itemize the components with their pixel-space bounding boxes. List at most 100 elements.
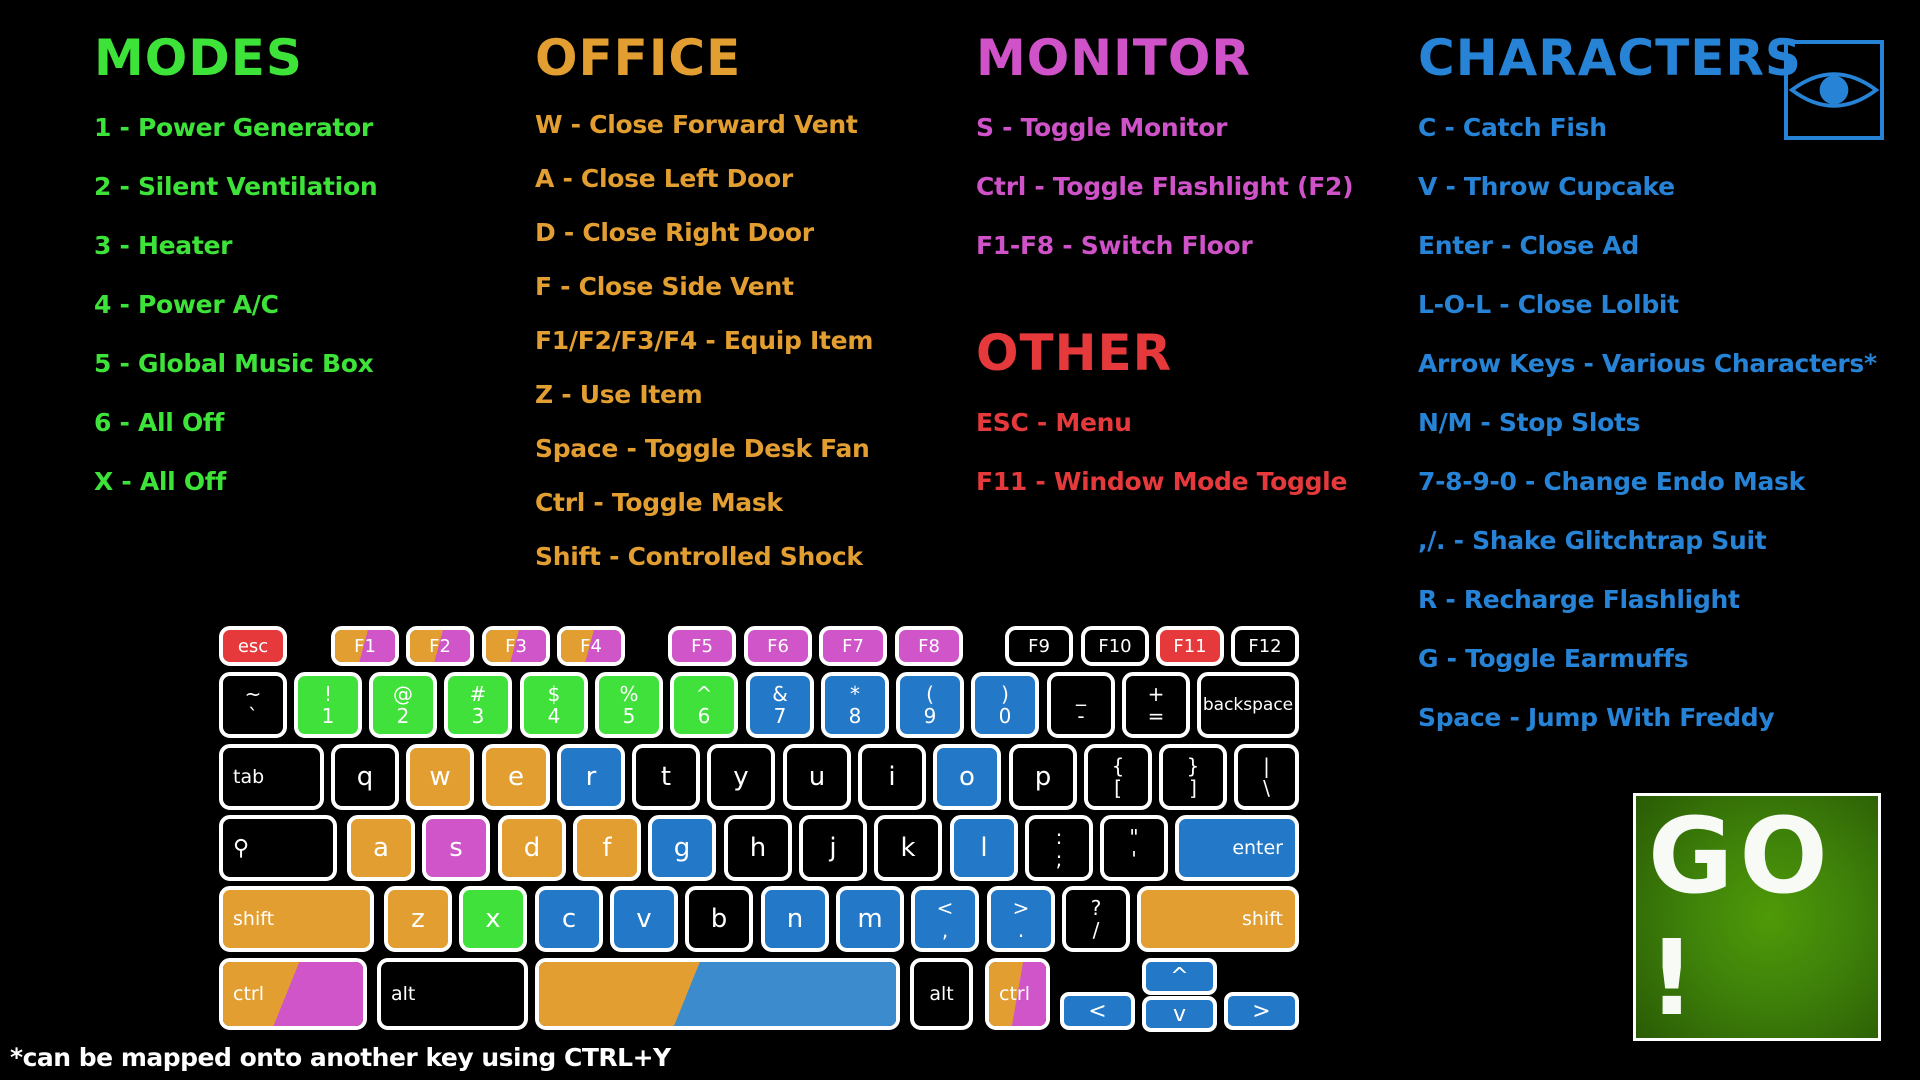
key-f9[interactable]: F9 xyxy=(1005,626,1073,666)
key-s[interactable]: s xyxy=(422,815,490,881)
key-tab[interactable]: tab xyxy=(219,744,324,810)
key-2[interactable]: @2 xyxy=(369,672,437,738)
key-legend: + = xyxy=(1148,683,1165,727)
key-p[interactable]: p xyxy=(1009,744,1077,810)
key-semicolon[interactable]: :; xyxy=(1025,815,1093,881)
key-rbracket[interactable]: }] xyxy=(1159,744,1227,810)
key-u[interactable]: u xyxy=(783,744,851,810)
key-label: n xyxy=(786,904,804,934)
key-f2[interactable]: F2 xyxy=(406,626,474,666)
key-label: alt xyxy=(929,983,954,1005)
key-quote[interactable]: " ' xyxy=(1100,815,1168,881)
key-label: z xyxy=(411,904,425,934)
key-f4[interactable]: F4 xyxy=(557,626,625,666)
key-lalt[interactable]: alt xyxy=(377,958,528,1030)
key-l[interactable]: l xyxy=(950,815,1018,881)
key-space[interactable] xyxy=(535,958,900,1030)
key-f7[interactable]: F7 xyxy=(819,626,887,666)
key-h[interactable]: h xyxy=(724,815,792,881)
key-5[interactable]: % 5 xyxy=(595,672,663,738)
key-period[interactable]: >. xyxy=(987,886,1055,952)
key-backtick[interactable]: ~ ` xyxy=(219,672,287,738)
key-lbracket[interactable]: {[ xyxy=(1084,744,1152,810)
key-base-legend: 0 xyxy=(998,704,1012,728)
key-rctrl[interactable]: ctrl xyxy=(985,958,1050,1030)
key-base-legend: 8 xyxy=(848,704,862,728)
key-slash[interactable]: ? / xyxy=(1062,886,1130,952)
key-down[interactable]: v xyxy=(1142,996,1217,1032)
key-label: F9 xyxy=(1028,635,1050,657)
modes-item: 1 - Power Generator xyxy=(94,113,373,142)
key-e[interactable]: e xyxy=(482,744,550,810)
key-up[interactable]: ^ xyxy=(1142,958,1217,995)
key-q[interactable]: q xyxy=(331,744,399,810)
key-w[interactable]: w xyxy=(406,744,474,810)
key-0[interactable]: ) 0 xyxy=(971,672,1039,738)
key-j[interactable]: j xyxy=(799,815,867,881)
key-c[interactable]: c xyxy=(535,886,603,952)
key-enter[interactable]: enter xyxy=(1175,815,1299,881)
key-f12[interactable]: F12 xyxy=(1231,626,1299,666)
key-r[interactable]: r xyxy=(557,744,625,810)
key-g[interactable]: g xyxy=(648,815,716,881)
key-7[interactable]: & 7 xyxy=(746,672,814,738)
key-ralt[interactable]: alt xyxy=(910,958,973,1030)
key-9[interactable]: (9 xyxy=(896,672,964,738)
other-item: F11 - Window Mode Toggle xyxy=(976,467,1348,496)
key-1[interactable]: ! 1 xyxy=(294,672,362,738)
key-t[interactable]: t xyxy=(632,744,700,810)
key-base-legend: \ xyxy=(1263,776,1270,800)
go-button[interactable]: GO ! xyxy=(1633,793,1881,1041)
key-m[interactable]: m xyxy=(836,886,904,952)
key-n[interactable]: n xyxy=(761,886,829,952)
key-f[interactable]: f xyxy=(573,815,641,881)
characters-item: L-O-L - Close Lolbit xyxy=(1418,290,1679,319)
key-8[interactable]: * 8 xyxy=(821,672,889,738)
key-left[interactable]: < xyxy=(1060,992,1135,1030)
characters-item: N/M - Stop Slots xyxy=(1418,408,1641,437)
key-b[interactable]: b xyxy=(685,886,753,952)
key-f5[interactable]: F5 xyxy=(668,626,736,666)
key-k[interactable]: k xyxy=(874,815,942,881)
key-label: v xyxy=(1172,1001,1187,1027)
key-equals[interactable]: + = xyxy=(1122,672,1190,738)
key-base-legend: 2 xyxy=(396,704,410,728)
key-base-legend: 4 xyxy=(547,704,561,728)
characters-item: R - Recharge Flashlight xyxy=(1418,585,1740,614)
key-comma[interactable]: <, xyxy=(911,886,979,952)
key-shift-legend: # xyxy=(469,682,487,706)
key-legend: & 7 xyxy=(772,683,788,727)
key-v[interactable]: v xyxy=(610,886,678,952)
key-3[interactable]: #3 xyxy=(444,672,512,738)
key-minus[interactable]: _ - xyxy=(1047,672,1115,738)
key-x[interactable]: x xyxy=(459,886,527,952)
key-y[interactable]: y xyxy=(707,744,775,810)
key-f11[interactable]: F11 xyxy=(1156,626,1224,666)
key-label: F11 xyxy=(1173,635,1207,657)
key-esc[interactable]: esc xyxy=(219,626,287,666)
key-label: tab xyxy=(233,766,265,788)
key-search[interactable]: ⚲ xyxy=(219,815,337,881)
key-f8[interactable]: F8 xyxy=(895,626,963,666)
key-shift-legend: < xyxy=(936,896,954,920)
key-d[interactable]: d xyxy=(498,815,566,881)
key-label: F12 xyxy=(1248,635,1282,657)
key-i[interactable]: i xyxy=(858,744,926,810)
other-title: OTHER xyxy=(976,324,1173,382)
key-f6[interactable]: F6 xyxy=(744,626,812,666)
key-lctrl[interactable]: ctrl xyxy=(219,958,367,1030)
key-right[interactable]: > xyxy=(1224,992,1299,1030)
key-f10[interactable]: F10 xyxy=(1081,626,1149,666)
key-a[interactable]: a xyxy=(347,815,415,881)
key-backspace[interactable]: backspace xyxy=(1197,672,1299,738)
key-rshift[interactable]: shift xyxy=(1137,886,1299,952)
key-f1[interactable]: F1 xyxy=(331,626,399,666)
key-lshift[interactable]: shift xyxy=(219,886,374,952)
key-z[interactable]: z xyxy=(384,886,452,952)
key-f3[interactable]: F3 xyxy=(482,626,550,666)
key-6[interactable]: ^ 6 xyxy=(670,672,738,738)
key-o[interactable]: o xyxy=(933,744,1001,810)
key-4[interactable]: $4 xyxy=(520,672,588,738)
eye-toggle-button[interactable] xyxy=(1784,40,1884,140)
key-backslash[interactable]: | \ xyxy=(1234,744,1299,810)
